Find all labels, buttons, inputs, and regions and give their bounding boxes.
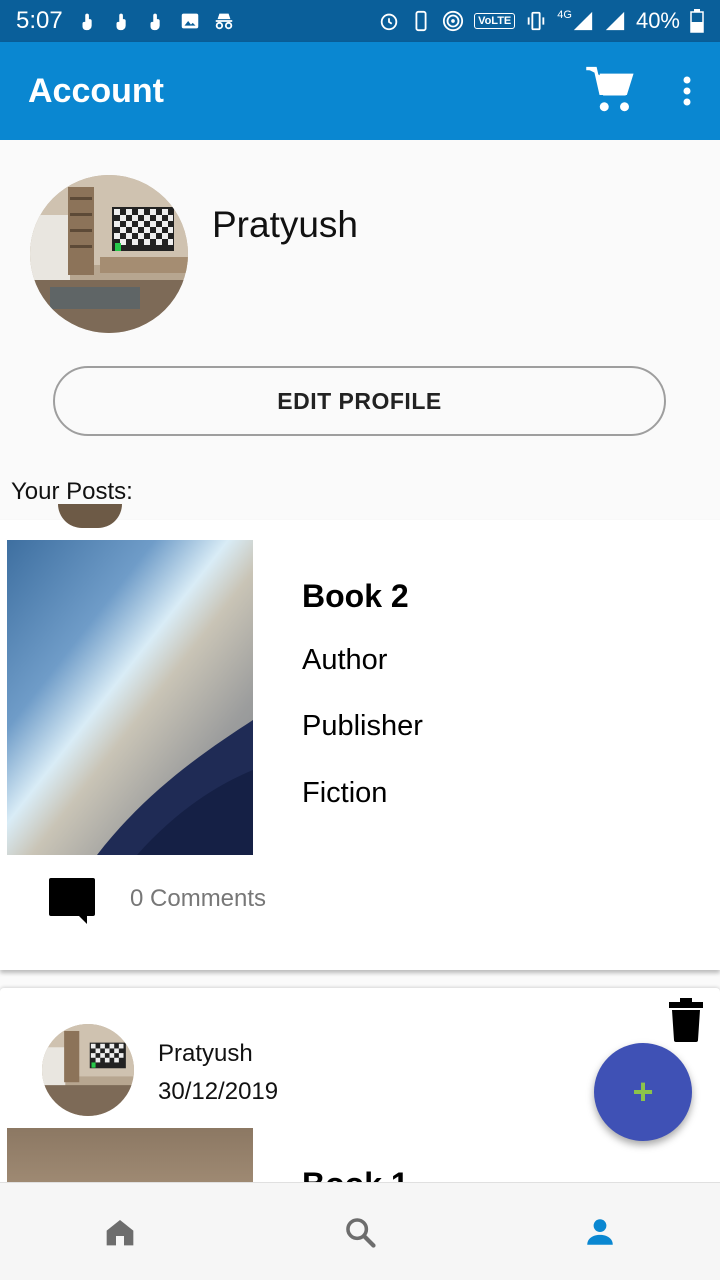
bottom-navigation	[0, 1182, 720, 1280]
avatar	[58, 504, 122, 528]
app-bar-actions	[584, 66, 692, 116]
network-type: 4G	[557, 9, 572, 21]
avatar[interactable]	[42, 1024, 134, 1116]
your-posts-heading: Your Posts:	[11, 478, 133, 505]
book-publisher: Publisher	[302, 710, 423, 742]
signal-icon	[605, 11, 625, 31]
hotspot-icon	[442, 10, 464, 32]
volte-badge: VoLTE	[474, 13, 516, 29]
delete-icon[interactable]	[668, 998, 704, 1042]
system-status-icons: VoLTE 4G 40%	[378, 8, 704, 34]
notification-icons	[77, 10, 235, 32]
app-bar: Account	[0, 42, 720, 140]
image-icon	[181, 13, 198, 29]
book-cover-photo	[7, 540, 253, 855]
status-bar: 5:07 VoLTE 4G 40%	[0, 0, 720, 42]
battery-icon	[690, 9, 704, 33]
book-title: Book 2	[302, 578, 409, 614]
book-cover-image[interactable]	[7, 540, 253, 855]
page-title: Account	[28, 71, 164, 110]
add-post-button[interactable]: +	[594, 1043, 692, 1141]
phone-icon	[415, 10, 427, 32]
touch-icon	[82, 13, 92, 31]
battery-percent: 40%	[635, 8, 680, 33]
avatar[interactable]	[30, 175, 188, 333]
status-time: 5:07	[16, 7, 63, 34]
home-icon	[106, 1219, 134, 1245]
plus-icon: +	[632, 1071, 654, 1112]
nav-item-account[interactable]	[480, 1183, 720, 1280]
profile-name: Pratyush	[212, 204, 359, 245]
cart-icon[interactable]	[584, 66, 638, 116]
search-icon	[346, 1217, 376, 1248]
book-cover-image[interactable]	[7, 1128, 253, 1188]
touch-icon	[150, 13, 160, 31]
edit-profile-button[interactable]: EDIT PROFILE	[53, 366, 666, 436]
touch-icon	[116, 13, 126, 31]
book-author: Author	[302, 644, 388, 676]
alarm-icon	[380, 13, 398, 31]
post-card[interactable]: Book 2 Author Publisher Fiction 0 Commen…	[0, 504, 720, 970]
incognito-icon	[215, 13, 232, 30]
profile-header: Pratyush EDIT PROFILE Your Posts:	[0, 140, 720, 520]
post-date: 30/12/2019	[158, 1078, 279, 1105]
vibrate-icon	[528, 11, 545, 31]
avatar-image	[42, 1024, 134, 1116]
comment-count[interactable]: 0 Comments	[130, 885, 266, 913]
book-genre: Fiction	[302, 777, 388, 809]
person-icon	[587, 1218, 613, 1245]
avatar-image	[30, 175, 188, 333]
nav-item-home[interactable]	[0, 1183, 240, 1280]
poster-name: Pratyush	[158, 1040, 253, 1067]
more-vert-icon[interactable]	[682, 76, 692, 106]
signal-icon	[573, 11, 593, 31]
nav-item-search[interactable]	[240, 1183, 480, 1280]
comment-icon[interactable]	[47, 876, 97, 926]
